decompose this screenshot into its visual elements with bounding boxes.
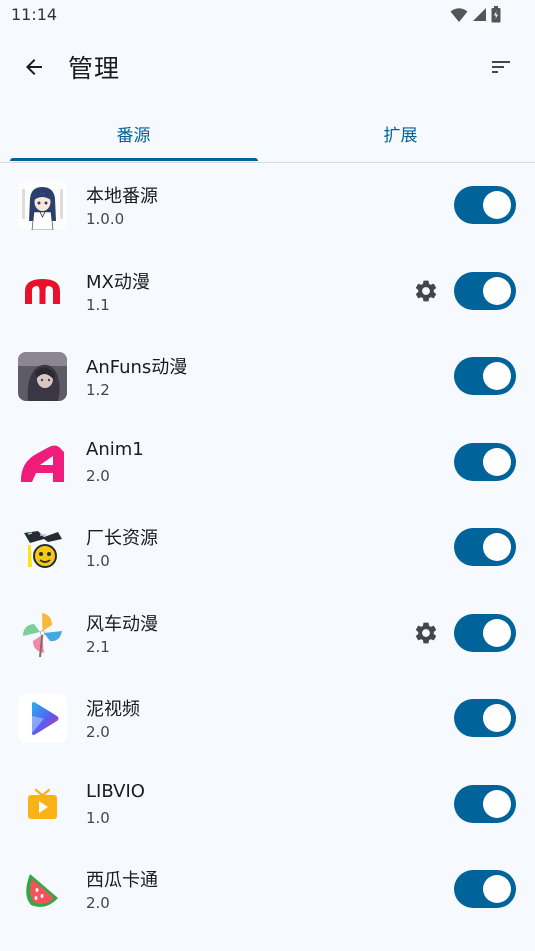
switch-knob bbox=[483, 875, 511, 903]
source-name: 泥视频 bbox=[86, 699, 140, 720]
play-logo-icon bbox=[18, 694, 67, 743]
list-item[interactable]: LIBVIO 1.0 bbox=[0, 761, 535, 847]
switch-knob bbox=[483, 618, 511, 647]
source-version: 1.2 bbox=[86, 381, 110, 399]
enable-switch[interactable] bbox=[454, 870, 516, 908]
source-version: 2.1 bbox=[86, 637, 110, 656]
status-time: 11:14 bbox=[11, 5, 58, 24]
anim1-logo-icon bbox=[18, 437, 67, 487]
list-item[interactable]: Anim1 2.0 bbox=[0, 419, 535, 505]
status-bar: 11:14 bbox=[0, 0, 535, 30]
switch-knob bbox=[483, 362, 511, 390]
factory-logo-icon bbox=[18, 523, 67, 572]
source-version: 1.0 bbox=[86, 808, 110, 827]
tv-logo-icon bbox=[18, 779, 67, 829]
source-version: 2.0 bbox=[86, 723, 110, 741]
enable-switch[interactable] bbox=[454, 442, 516, 481]
enable-switch[interactable] bbox=[454, 613, 516, 652]
source-version: 2.0 bbox=[86, 894, 110, 912]
source-version: 1.0.0 bbox=[86, 210, 125, 228]
gear-icon bbox=[415, 622, 437, 643]
enable-switch[interactable] bbox=[454, 528, 516, 566]
back-button[interactable] bbox=[20, 53, 48, 81]
sort-button[interactable] bbox=[487, 53, 515, 81]
status-icons bbox=[450, 6, 501, 23]
list-item[interactable]: 西瓜卡通 2.0 bbox=[0, 846, 535, 932]
enable-switch[interactable] bbox=[454, 784, 516, 823]
settings-button[interactable] bbox=[412, 277, 440, 305]
tab-sources[interactable]: 番源 bbox=[0, 104, 267, 162]
list-item[interactable]: AnFuns动漫 1.2 bbox=[0, 333, 535, 419]
source-name: MX动漫 bbox=[86, 271, 150, 293]
switch-knob bbox=[483, 789, 511, 818]
gear-icon bbox=[415, 280, 437, 301]
switch-knob bbox=[483, 533, 511, 561]
tab-bar: 番源 扩展 bbox=[0, 104, 535, 163]
settings-button[interactable] bbox=[412, 619, 440, 647]
page-title: 管理 bbox=[68, 54, 121, 83]
switch-knob bbox=[483, 704, 511, 732]
switch-knob bbox=[483, 276, 511, 305]
anfuns-logo-icon bbox=[18, 352, 67, 401]
source-name: AnFuns动漫 bbox=[86, 357, 188, 378]
enable-switch[interactable] bbox=[454, 357, 516, 395]
tab-extensions[interactable]: 扩展 bbox=[267, 104, 534, 162]
source-name: 本地番源 bbox=[86, 186, 158, 207]
sort-icon bbox=[492, 61, 510, 73]
list-item[interactable]: 泥视频 2.0 bbox=[0, 675, 535, 761]
source-name: 西瓜卡通 bbox=[86, 870, 158, 891]
local-source-icon bbox=[18, 181, 67, 230]
source-version: 1.0 bbox=[86, 552, 110, 570]
switch-knob bbox=[483, 191, 511, 219]
enable-switch[interactable] bbox=[454, 186, 516, 224]
list-item[interactable]: MX动漫 1.1 bbox=[0, 248, 535, 334]
battery-icon bbox=[491, 6, 501, 23]
top-app-bar: 管理 bbox=[0, 34, 535, 98]
wifi-icon bbox=[450, 7, 468, 23]
watermelon-logo-icon bbox=[18, 865, 67, 914]
source-name: LIBVIO bbox=[86, 780, 145, 802]
arrow-back-icon bbox=[26, 59, 42, 75]
list-item[interactable]: 厂长资源 1.0 bbox=[0, 504, 535, 590]
enable-switch[interactable] bbox=[454, 271, 516, 310]
mx-logo-icon bbox=[18, 266, 67, 316]
source-name: 厂长资源 bbox=[86, 528, 158, 549]
tab-indicator bbox=[10, 158, 258, 161]
source-version: 2.0 bbox=[86, 466, 110, 485]
list-item[interactable]: 风车动漫 2.1 bbox=[0, 590, 535, 676]
enable-switch[interactable] bbox=[454, 699, 516, 737]
list-item[interactable]: 本地番源 1.0.0 bbox=[0, 162, 535, 248]
source-name: Anim1 bbox=[86, 438, 144, 460]
signal-icon bbox=[472, 7, 487, 22]
switch-knob bbox=[483, 447, 511, 476]
source-name: 风车动漫 bbox=[86, 613, 158, 635]
pinwheel-logo-icon bbox=[18, 608, 67, 658]
source-version: 1.1 bbox=[86, 295, 110, 314]
source-list: 本地番源 1.0.0 MX动漫 1.1 AnFuns动漫 1.2 Anim1 2… bbox=[0, 162, 535, 932]
